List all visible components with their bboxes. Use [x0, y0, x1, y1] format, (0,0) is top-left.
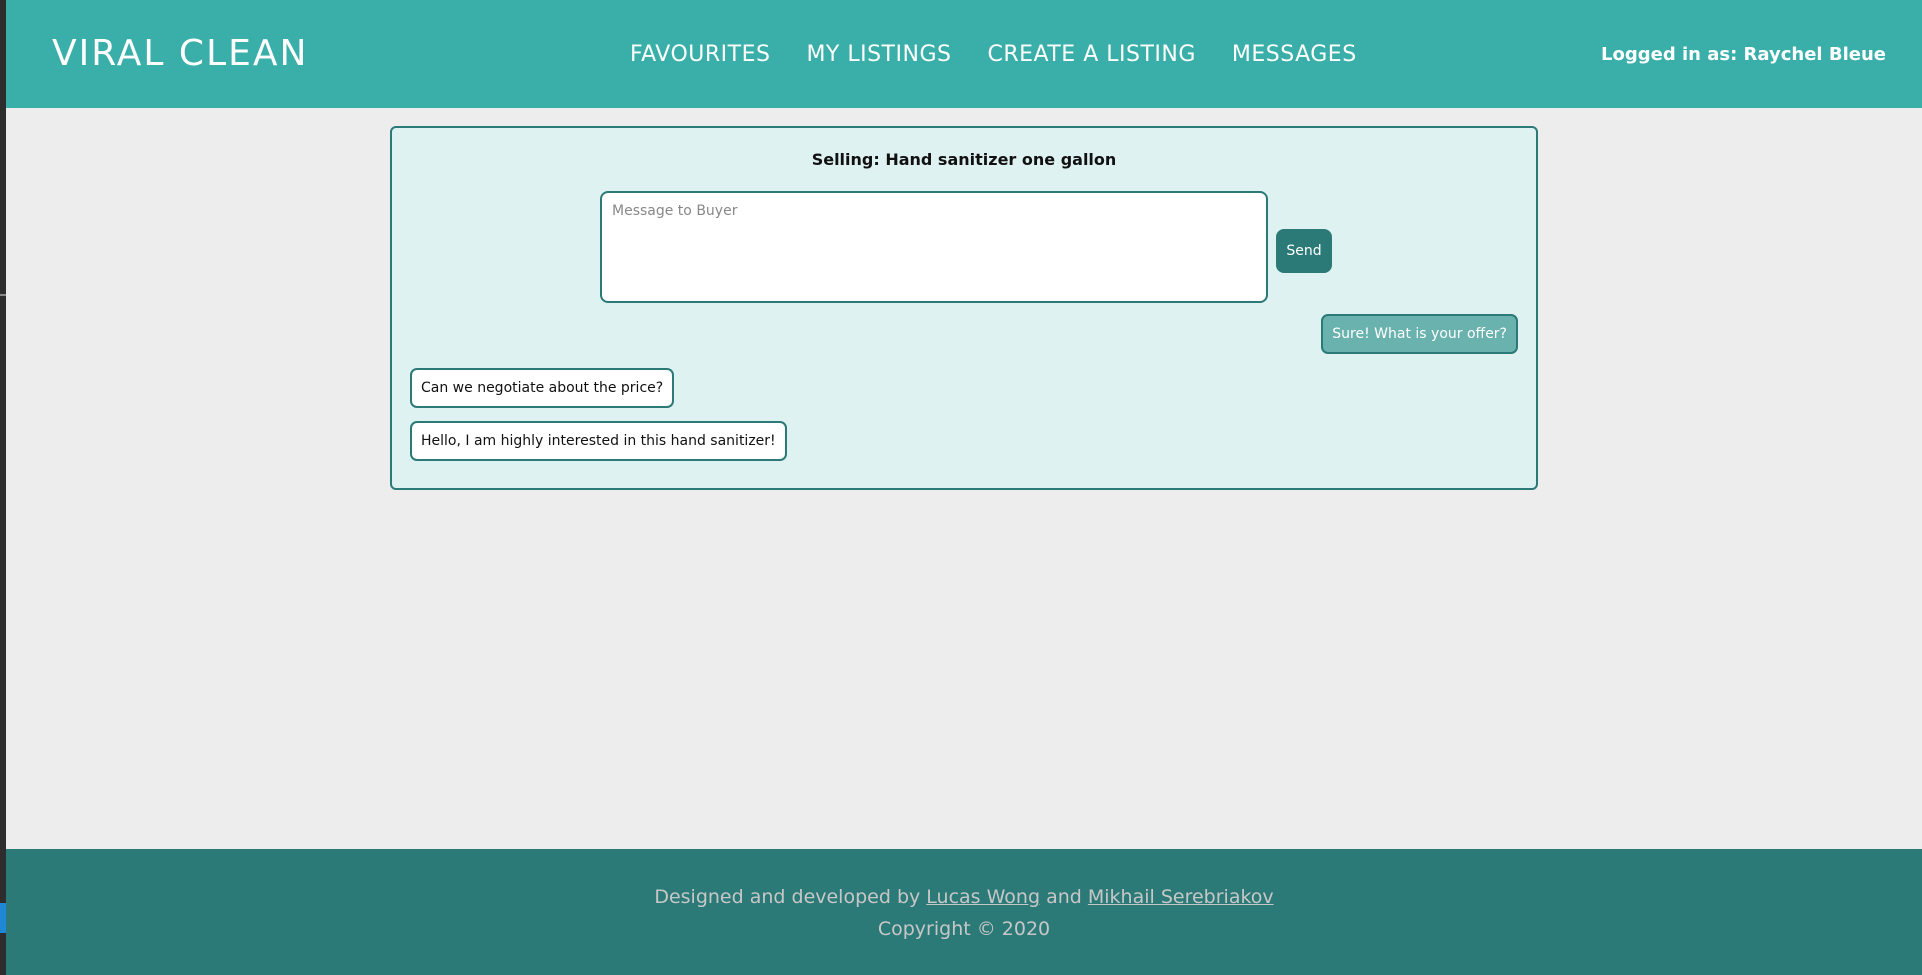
send-button[interactable]: Send: [1276, 229, 1332, 273]
author-link-mikhail-serebriakov[interactable]: Mikhail Serebriakov: [1088, 886, 1274, 908]
site-logo[interactable]: VIRAL CLEAN: [52, 30, 308, 78]
nav-favourites[interactable]: FAVOURITES: [630, 40, 770, 70]
adjacent-window-edge: [0, 0, 6, 975]
site-footer: Designed and developed by Lucas Wong and…: [6, 849, 1922, 975]
message-input[interactable]: [600, 191, 1268, 303]
message-bubble-outgoing: Sure! What is your offer?: [1321, 314, 1518, 354]
nav-create-listing[interactable]: CREATE A LISTING: [987, 40, 1195, 70]
main-nav: FAVOURITES MY LISTINGS CREATE A LISTING …: [630, 40, 1357, 70]
site-header: VIRAL CLEAN FAVOURITES MY LISTINGS CREAT…: [6, 0, 1922, 108]
chat-title: Selling: Hand sanitizer one gallon: [811, 150, 1117, 169]
chat-panel: Selling: Hand sanitizer one gallon Send …: [390, 126, 1538, 490]
footer-credits: Designed and developed by Lucas Wong and…: [6, 881, 1922, 913]
author-link-lucas-wong[interactable]: Lucas Wong: [926, 886, 1040, 908]
footer-credits-conjunction: and: [1046, 886, 1082, 908]
logged-in-user: Logged in as: Raychel Bleue: [1601, 44, 1886, 65]
footer-copyright: Copyright © 2020: [877, 918, 1051, 940]
message-bubble-incoming: Hello, I am highly interested in this ha…: [410, 421, 787, 461]
footer-credits-prefix: Designed and developed by: [654, 886, 921, 908]
nav-my-listings[interactable]: MY LISTINGS: [806, 40, 951, 70]
nav-messages[interactable]: MESSAGES: [1232, 40, 1357, 70]
window-edge-marker: [0, 294, 6, 296]
message-bubble-incoming: Can we negotiate about the price?: [410, 368, 675, 408]
